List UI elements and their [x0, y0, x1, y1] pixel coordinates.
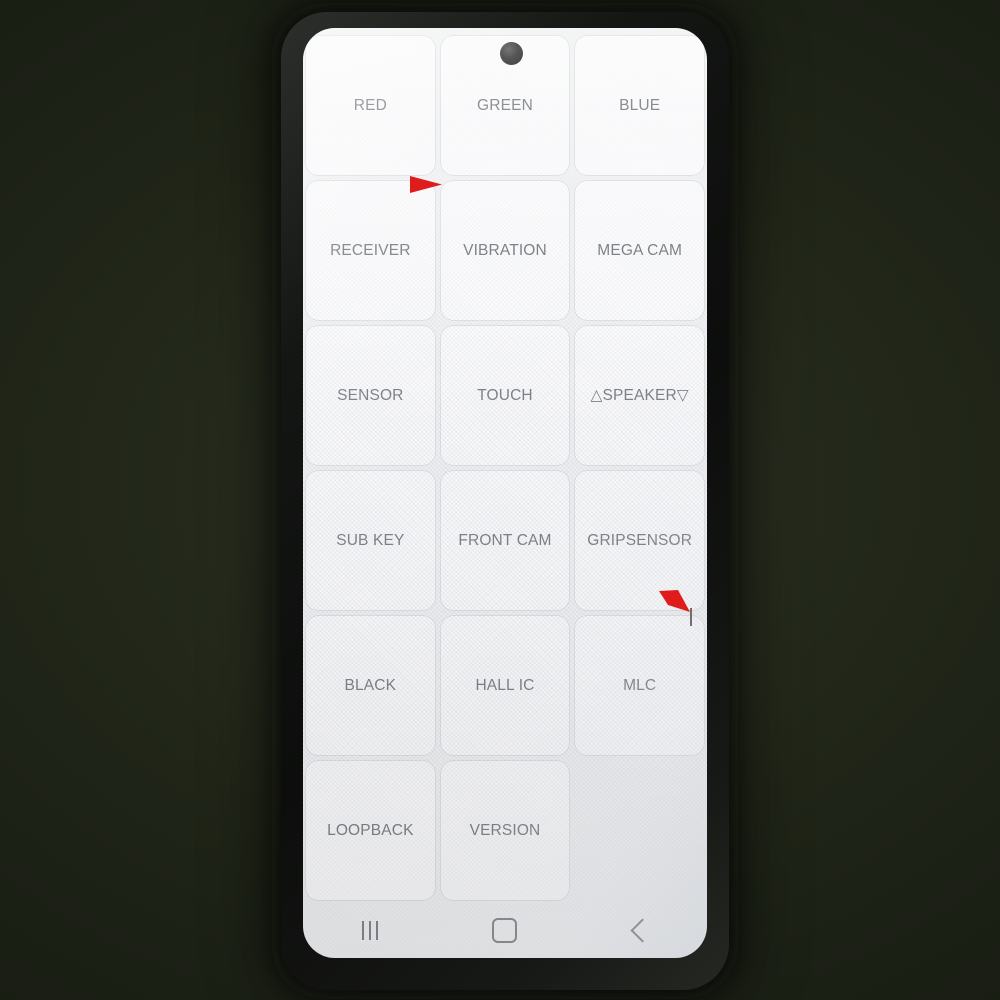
test-button-black[interactable]: BLACK [303, 613, 438, 758]
test-button-vibration[interactable]: VIBRATION [438, 178, 573, 323]
test-button-loopback[interactable]: LOOPBACK [303, 758, 438, 903]
button-label: LOOPBACK [327, 821, 414, 839]
button-label: FRONT CAM [458, 531, 552, 549]
button-label: VIBRATION [463, 241, 547, 259]
button-label: TOUCH [477, 386, 533, 404]
recents-icon [362, 920, 379, 940]
test-button-sub-key[interactable]: SUB KEY [303, 468, 438, 613]
button-label: SENSOR [337, 386, 404, 404]
test-button-sensor[interactable]: SENSOR [303, 323, 438, 468]
test-button-touch[interactable]: TOUCH [438, 323, 573, 468]
button-label: SUB KEY [336, 531, 405, 549]
test-button-receiver[interactable]: RECEIVER [303, 178, 438, 323]
test-button-gripsensor[interactable]: GRIPSENSOR [572, 468, 707, 613]
home-button[interactable] [474, 910, 536, 950]
front-camera-punch-hole [500, 42, 523, 65]
button-label: HALL IC [475, 676, 535, 694]
phone-screen: RED GREEN BLUE RECEIVER VIBRATION MEGA CAM SEN… [303, 28, 707, 958]
button-label: △SPEAKER▽ [590, 387, 689, 404]
button-label: VERSION [469, 821, 541, 839]
test-button-version[interactable]: VERSION [438, 758, 573, 903]
button-label: RECEIVER [330, 241, 411, 259]
test-button-hall-ic[interactable]: HALL IC [438, 613, 573, 758]
test-button-mlc[interactable]: MLC [572, 613, 707, 758]
test-button-speaker[interactable]: △SPEAKER▽ [572, 323, 707, 468]
test-button-blue[interactable]: BLUE [572, 33, 707, 178]
button-label: MLC [623, 676, 657, 694]
test-button-empty-slot [572, 758, 707, 903]
back-icon [630, 917, 655, 943]
android-navigation-bar [303, 902, 707, 958]
recents-button[interactable] [339, 910, 401, 950]
button-surface [575, 761, 704, 900]
factory-test-grid: RED GREEN BLUE RECEIVER VIBRATION MEGA CAM SEN… [303, 33, 707, 903]
button-label: BLUE [619, 96, 661, 114]
back-button[interactable] [609, 910, 671, 950]
button-label: RED [353, 96, 387, 114]
test-button-mega-cam[interactable]: MEGA CAM [572, 178, 707, 323]
button-label: GRIPSENSOR [587, 531, 693, 549]
home-icon [492, 917, 518, 943]
button-label: BLACK [344, 676, 397, 694]
button-label: MEGA CAM [597, 241, 683, 259]
test-button-front-cam[interactable]: FRONT CAM [438, 468, 573, 613]
button-label: GREEN [477, 96, 533, 114]
phone-device: RED GREEN BLUE RECEIVER VIBRATION MEGA CAM SEN… [281, 12, 729, 990]
test-button-red[interactable]: RED [303, 33, 438, 178]
